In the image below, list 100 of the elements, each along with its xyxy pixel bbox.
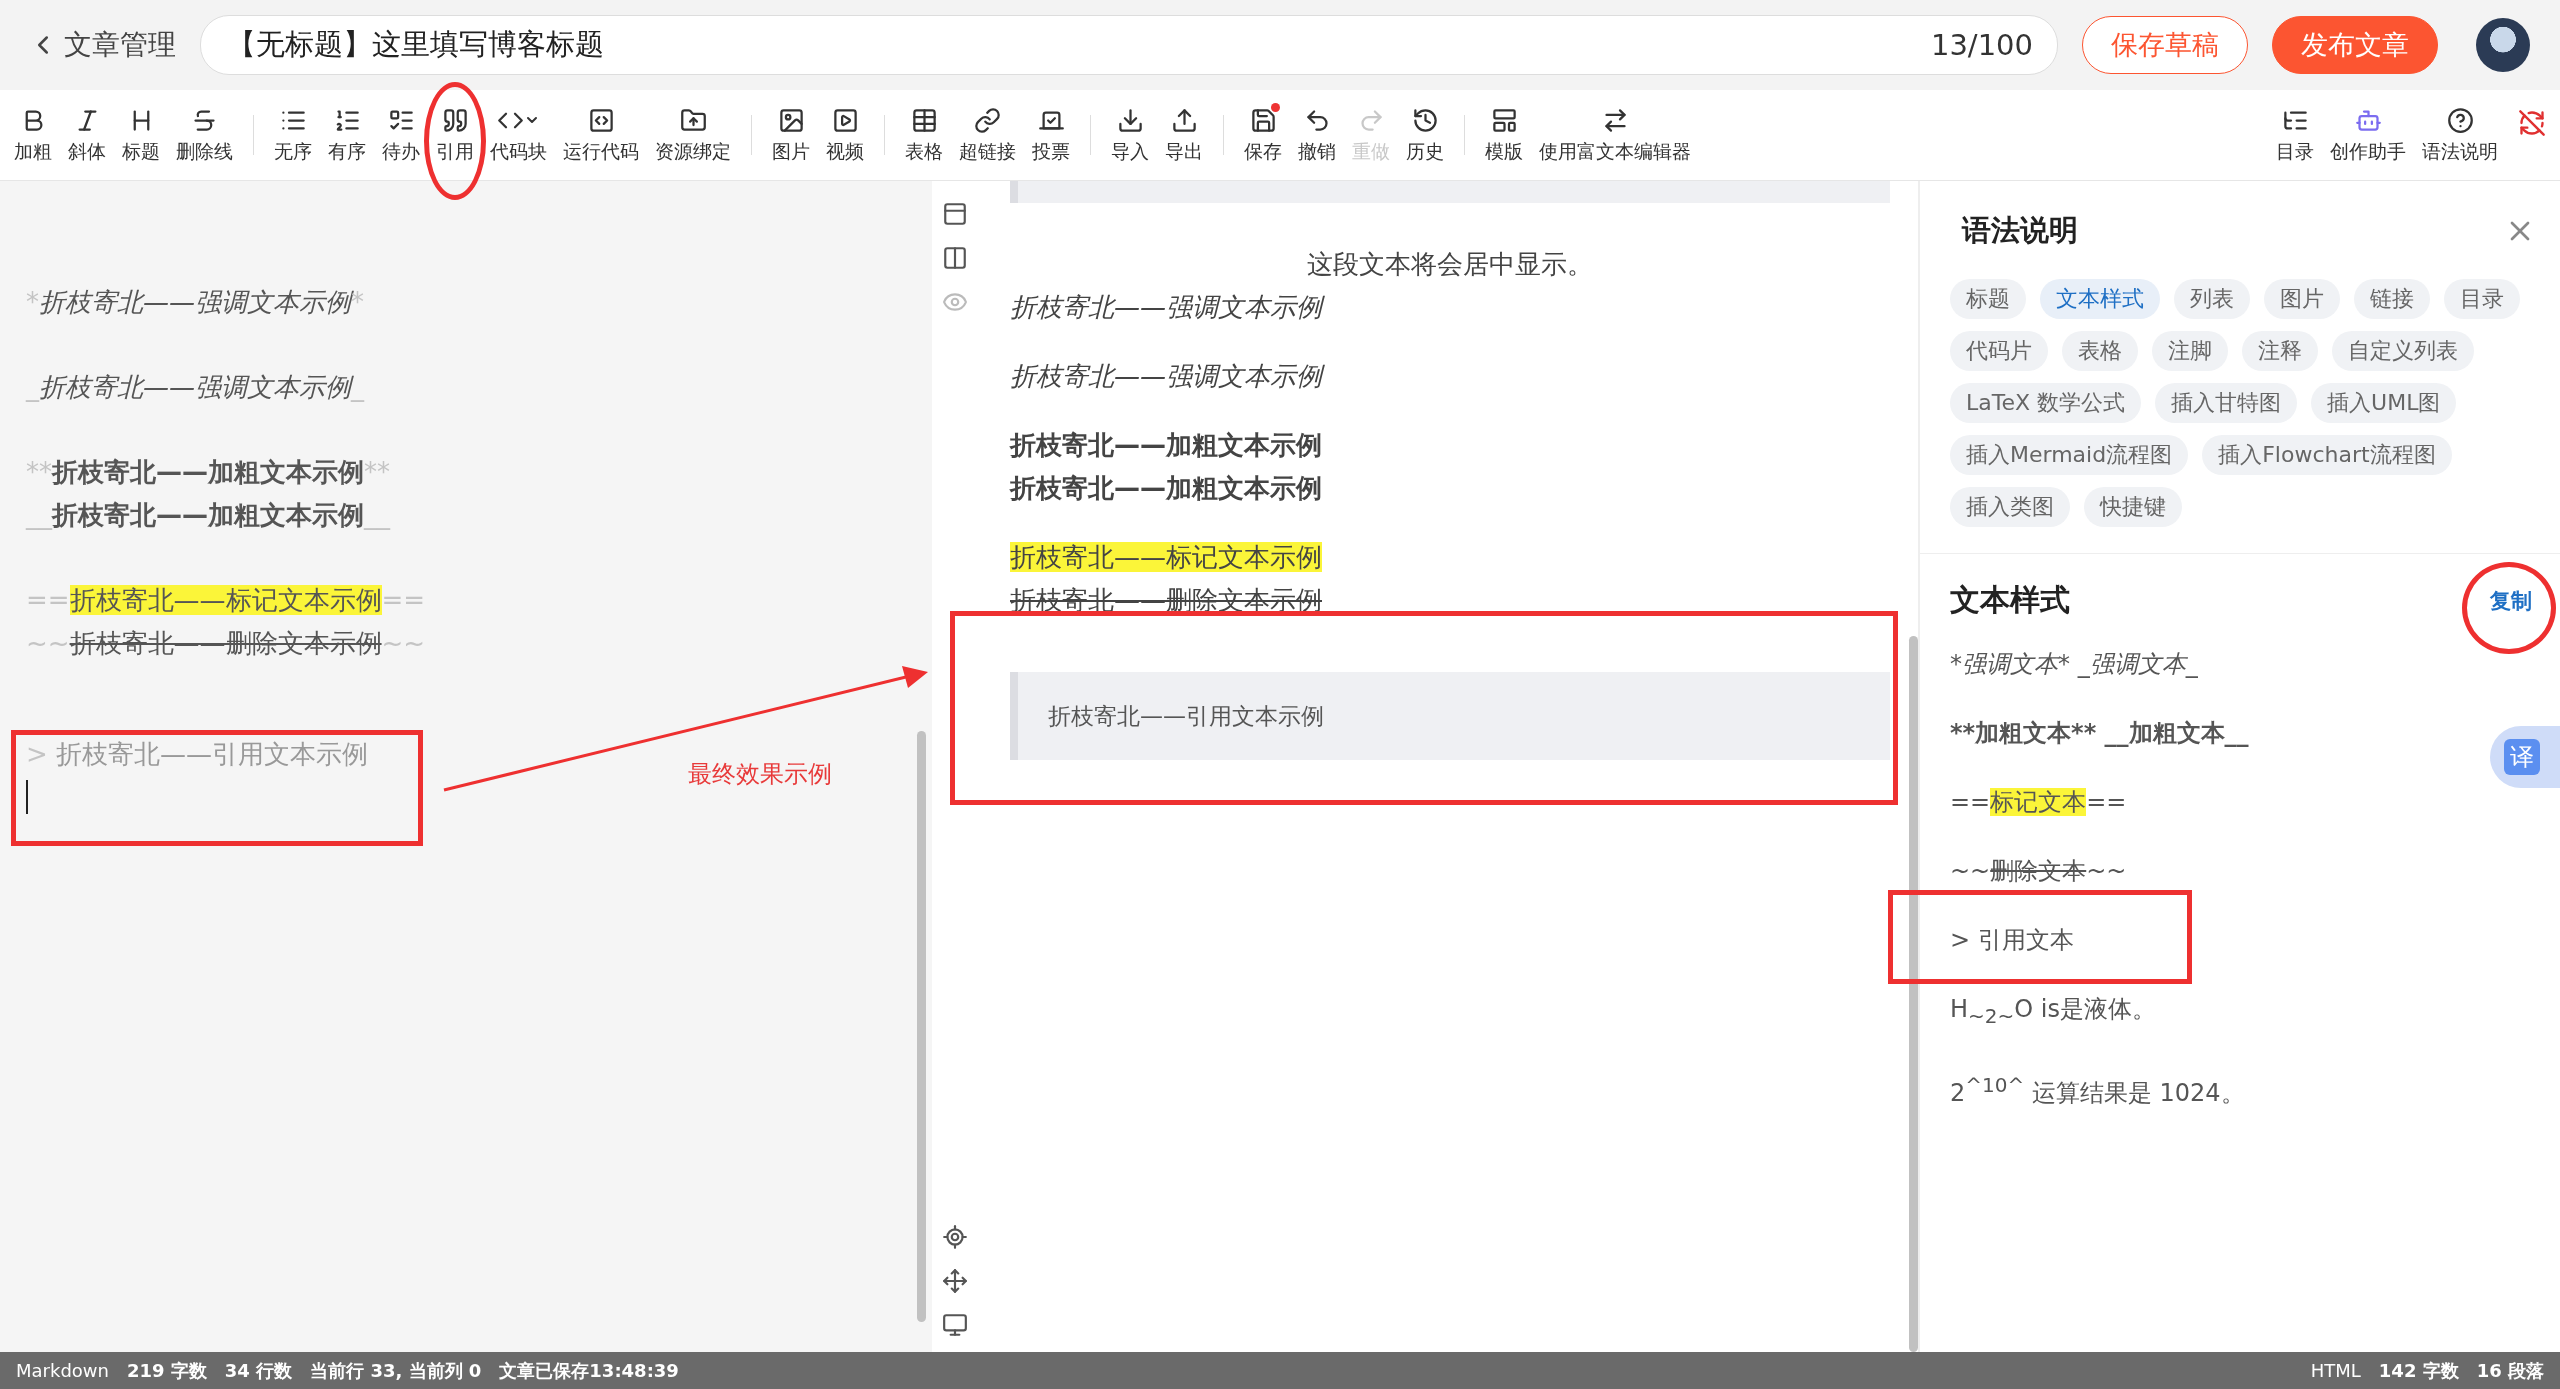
toolbar-button[interactable]: 目录 — [2270, 105, 2320, 165]
toolbar-button[interactable]: 超链接 — [953, 105, 1022, 165]
syntax-tag[interactable]: 快捷键 — [2084, 487, 2182, 527]
editor-line: **折枝寄北——加粗文本示例** — [26, 456, 390, 489]
preview-line: 这段文本将会居中显示。 — [1306, 248, 1594, 281]
table-icon — [910, 106, 938, 134]
syntax-example: *强调文本* _强调文本_ — [1950, 649, 2198, 680]
toolbar-button[interactable]: 资源绑定 — [649, 105, 737, 165]
scrollbar[interactable] — [1909, 636, 1918, 1352]
blockquote: 折枝寄北——引用文本示例 — [1010, 672, 1890, 760]
toolbar-button[interactable]: 导入 — [1105, 105, 1155, 165]
upload-icon — [1170, 106, 1198, 134]
syntax-tag[interactable]: 自定义列表 — [2332, 331, 2474, 371]
syntax-tag[interactable]: 标题 — [1950, 279, 2026, 319]
toolbar-button[interactable]: 表格 — [899, 105, 949, 165]
syntax-tag[interactable]: 目录 — [2444, 279, 2520, 319]
link-icon — [974, 106, 1001, 134]
syntax-tag[interactable]: 插入UML图 — [2311, 383, 2457, 423]
annotation-label: 最终效果示例 — [688, 759, 832, 790]
syntax-tag[interactable]: 表格 — [2062, 331, 2138, 371]
editor-line: ==折枝寄北——标记文本示例== — [26, 584, 426, 617]
save-icon — [1249, 106, 1277, 134]
syntax-example: **加粗文本** __加粗文本__ — [1950, 718, 2249, 749]
preview-line: 折枝寄北——强调文本示例 — [1010, 286, 1890, 329]
toolbar-button[interactable]: 图片 — [766, 105, 816, 165]
toolbar-button[interactable]: 投票 — [1026, 105, 1076, 165]
template-icon — [1490, 106, 1518, 134]
syntax-tag[interactable]: 注释 — [2242, 331, 2318, 371]
section-title: 文本样式 — [1950, 581, 2070, 619]
editor-line: ~~折枝寄北——删除文本示例~~ — [26, 627, 426, 660]
toolbar-button[interactable]: 代码块 — [484, 105, 553, 165]
columns-icon[interactable] — [942, 245, 968, 271]
crosshair-icon[interactable] — [942, 1224, 968, 1250]
status-item: 34 行数 — [224, 1358, 293, 1383]
status-item: HTML — [2310, 1360, 2361, 1381]
toolbar-button[interactable]: 斜体 — [62, 105, 112, 165]
status-item: Markdown — [16, 1360, 109, 1381]
toolbar-button[interactable]: 标题 — [116, 105, 166, 165]
status-item: 219 字数 — [126, 1358, 207, 1383]
status-item: 当前行 33, 当前列 0 — [310, 1358, 482, 1383]
syntax-tag[interactable]: 插入Flowchart流程图 — [2202, 435, 2452, 475]
quote-icon — [441, 106, 469, 134]
title-field[interactable]: 【无标题】这里填写博客标题 13/100 — [200, 15, 2058, 75]
syntax-tag[interactable]: LaTeX 数学公式 — [1950, 383, 2142, 423]
toolbar-button[interactable]: 无序 — [268, 105, 318, 165]
image-icon — [777, 106, 805, 134]
syntax-example: 2$^{^10^}$ 运算结果是 1024。 — [1950, 1071, 2245, 1109]
sync-off-icon[interactable] — [2518, 109, 2546, 137]
syntax-example: H$_{~2~}$O is是液体。 — [1950, 994, 2156, 1030]
monitor-icon[interactable] — [942, 1312, 968, 1338]
editor-line: *折枝寄北——强调文本示例* — [26, 286, 364, 319]
back-link[interactable]: 文章管理 — [28, 26, 176, 64]
toolbar-button[interactable]: 视频 — [820, 105, 870, 165]
toolbar-button[interactable]: 历史 — [1400, 105, 1450, 165]
title-input[interactable]: 【无标题】这里填写博客标题 — [225, 27, 1915, 63]
toolbar-button[interactable]: 有序 — [322, 105, 372, 165]
syntax-tag[interactable]: 图片 — [2264, 279, 2340, 319]
syntax-tag[interactable]: 文本样式 — [2040, 279, 2160, 319]
toolbar-button[interactable]: 导出 — [1159, 105, 1209, 165]
status-item: 16 段落 — [2476, 1358, 2544, 1383]
syntax-tag[interactable]: 代码片 — [1950, 331, 2048, 371]
syntax-example: > 引用文本 — [1950, 925, 2074, 956]
preview-line: 折枝寄北——加粗文本示例 — [1010, 472, 1323, 505]
syntax-tag[interactable]: 注脚 — [2152, 331, 2228, 371]
syntax-example: ~~删除文本~~ — [1950, 856, 2127, 887]
toolbar-button[interactable]: 语法说明 — [2416, 105, 2504, 165]
toolbar-button[interactable]: 运行代码 — [557, 105, 645, 165]
status-item: 142 字数 — [2378, 1358, 2459, 1383]
editor-line: __折枝寄北——加粗文本示例__ — [26, 499, 390, 532]
text-cursor — [26, 780, 28, 814]
syntax-tag[interactable]: 链接 — [2354, 279, 2430, 319]
video-icon — [831, 106, 859, 134]
panel-title: 语法说明 — [1962, 212, 2078, 249]
toolbar-button[interactable]: 创作助手 — [2324, 105, 2412, 165]
move-icon[interactable] — [942, 1268, 968, 1294]
toolbar-button[interactable]: 使用富文本编辑器 — [1533, 105, 1697, 165]
notification-dot — [1271, 103, 1280, 112]
editor-line: _折枝寄北——强调文本示例_ — [26, 371, 364, 404]
toolbar-button[interactable]: 保存 — [1238, 105, 1288, 165]
preview-line: 折枝寄北——加粗文本示例 — [1010, 429, 1323, 462]
toolbar-button[interactable]: 待办 — [376, 105, 426, 165]
syntax-tag[interactable]: 插入Mermaid流程图 — [1950, 435, 2189, 475]
scrollbar[interactable] — [917, 731, 926, 1322]
toolbar-button[interactable]: 加粗 — [8, 105, 58, 165]
download-icon — [1116, 106, 1144, 134]
code-window-icon — [587, 106, 615, 134]
avatar[interactable] — [2476, 18, 2530, 72]
character-counter: 13/100 — [1930, 28, 2033, 62]
toolbar-button[interactable]: 引用 — [430, 105, 480, 165]
syntax-tag[interactable]: 插入类图 — [1950, 487, 2070, 527]
status-item: 文章已保存13:48:39 — [499, 1358, 679, 1383]
toolbar-button[interactable]: 模版 — [1479, 105, 1529, 165]
toolbar-button[interactable]: 删除线 — [170, 105, 239, 165]
help-icon — [2446, 106, 2474, 134]
folder-upload-icon — [679, 106, 707, 134]
syntax-tag[interactable]: 插入甘特图 — [2155, 383, 2298, 423]
copy-link[interactable]: 复制 — [2490, 586, 2532, 615]
syntax-tag[interactable]: 列表 — [2174, 279, 2250, 319]
layout-icon[interactable] — [942, 201, 968, 227]
toolbar-button[interactable]: 撤销 — [1292, 105, 1342, 165]
